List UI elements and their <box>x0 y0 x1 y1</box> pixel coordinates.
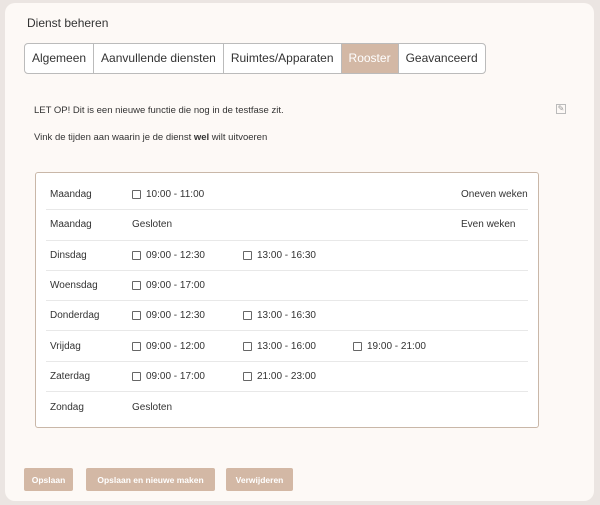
day-label: Maandag <box>50 189 92 201</box>
instruction-before: Vink de tijden aan waarin je de dienst <box>34 132 194 143</box>
closed-label: Gesloten <box>132 219 173 231</box>
schedule-row: Woensdag 09:00 - 17:00 <box>46 271 528 302</box>
time-slot-label: 10:00 - 11:00 <box>146 189 205 201</box>
schedule-row: Dinsdag 09:00 - 12:30 13:00 - 16:30 <box>46 241 528 271</box>
time-slot[interactable]: 13:00 - 16:00 <box>243 341 316 352</box>
time-slot-label: 21:00 - 23:00 <box>257 370 316 382</box>
save-and-new-button[interactable]: Opslaan en nieuwe maken <box>86 468 215 491</box>
tab-ruimtes-apparaten[interactable]: Ruimtes/Apparaten <box>224 44 342 73</box>
schedule-table: Maandag 10:00 - 11:00 Oneven weken Maandag G… <box>35 172 539 428</box>
time-slot[interactable]: 09:00 - 17:00 <box>132 280 205 291</box>
time-slot[interactable]: 10:00 - 11:00 <box>132 189 204 200</box>
instruction-bold: wel <box>193 132 210 143</box>
schedule-row: Zondag Gesloten <box>46 392 528 422</box>
time-slot-checkbox[interactable] <box>243 311 252 321</box>
day-label: Donderdag <box>50 310 100 322</box>
time-slot-label: 19:00 - 21:00 <box>367 340 426 352</box>
schedule-row: Maandag Gesloten Even weken <box>46 210 528 241</box>
edit-icon[interactable]: ✎ <box>556 104 566 114</box>
tab-rooster[interactable]: Rooster <box>341 44 399 73</box>
day-label: Zaterdag <box>50 370 91 382</box>
tab-bar: Algemeen Aanvullende diensten Ruimtes/Ap… <box>24 43 486 74</box>
day-label: Woensdag <box>50 280 98 292</box>
time-slot-checkbox[interactable] <box>353 341 362 351</box>
closed-label: Gesloten <box>132 401 173 413</box>
instruction-text: Vink de tijden aan waarin je de dienst w… <box>34 132 267 143</box>
time-slot-label: 09:00 - 12:00 <box>146 340 205 352</box>
time-slot-checkbox[interactable] <box>132 311 141 321</box>
time-slot-checkbox[interactable] <box>243 371 252 381</box>
time-slot-checkbox[interactable] <box>243 341 252 351</box>
time-slot-checkbox[interactable] <box>132 190 141 200</box>
time-slot-label: 13:00 - 16:30 <box>257 310 316 322</box>
day-label: Dinsdag <box>50 249 87 261</box>
time-slot-label: 09:00 - 17:00 <box>146 370 205 382</box>
time-slot-label: 09:00 - 17:00 <box>146 280 205 292</box>
weeks-label: Even weken <box>461 219 516 231</box>
time-slot-label: 09:00 - 12:30 <box>146 310 205 322</box>
tab-geavanceerd[interactable]: Geavanceerd <box>399 44 485 73</box>
schedule-row: Zaterdag 09:00 - 17:00 21:00 - 23:00 <box>46 362 528 393</box>
time-slot[interactable]: 09:00 - 12:00 <box>132 341 205 352</box>
time-slot-checkbox[interactable] <box>132 281 141 291</box>
tab-algemeen[interactable]: Algemeen <box>25 44 95 73</box>
time-slot-checkbox[interactable] <box>132 371 141 381</box>
time-slot[interactable]: 19:00 - 21:00 <box>353 341 426 352</box>
instruction-after: wilt uitvoeren <box>209 132 268 143</box>
day-label: Vrijdag <box>50 340 81 352</box>
time-slot-checkbox[interactable] <box>243 250 252 260</box>
time-slot-label: 13:00 - 16:30 <box>257 249 316 261</box>
day-label: Maandag <box>50 219 92 231</box>
time-slot-checkbox[interactable] <box>132 250 141 260</box>
page-title: Dienst beheren <box>27 16 109 30</box>
delete-button[interactable]: Verwijderen <box>226 468 293 491</box>
weeks-label: Oneven weken <box>461 189 528 201</box>
time-slot[interactable]: 09:00 - 12:30 <box>132 310 205 321</box>
schedule-row: Maandag 10:00 - 11:00 Oneven weken <box>46 180 528 211</box>
schedule-row: Donderdag 09:00 - 12:30 13:00 - 16:30 <box>46 301 528 332</box>
manage-service-panel: Dienst beheren Algemeen Aanvullende dien… <box>5 3 594 501</box>
tab-aanvullende-diensten[interactable]: Aanvullende diensten <box>94 44 224 73</box>
schedule-row: Vrijdag 09:00 - 12:00 13:00 - 16:00 19:00 -… <box>46 331 528 362</box>
day-label: Zondag <box>50 401 84 413</box>
time-slot[interactable]: 21:00 - 23:00 <box>243 371 316 382</box>
time-slot[interactable]: 13:00 - 16:30 <box>243 310 316 321</box>
save-button[interactable]: Opslaan <box>24 468 73 491</box>
time-slot-label: 09:00 - 12:30 <box>146 249 205 261</box>
time-slot[interactable]: 13:00 - 16:30 <box>243 250 316 261</box>
testphase-notice: LET OP! Dit is een nieuwe functie die no… <box>34 105 284 116</box>
time-slot[interactable]: 09:00 - 12:30 <box>132 250 205 261</box>
time-slot[interactable]: 09:00 - 17:00 <box>132 371 205 382</box>
time-slot-label: 13:00 - 16:00 <box>257 340 316 352</box>
time-slot-checkbox[interactable] <box>132 341 141 351</box>
